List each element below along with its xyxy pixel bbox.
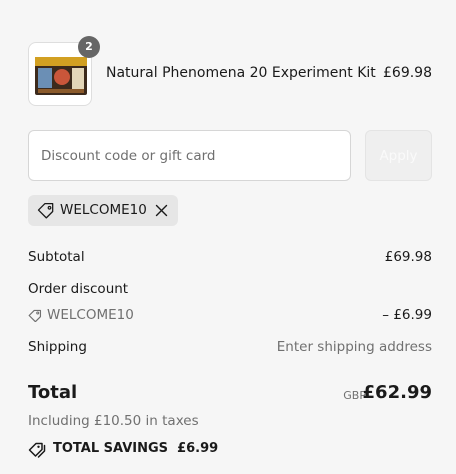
subtotal-value: £69.98 xyxy=(384,249,432,265)
discount-form: Apply xyxy=(28,130,432,181)
close-icon[interactable] xyxy=(155,204,168,217)
total-savings: TOTAL SAVINGS £6.99 xyxy=(28,440,248,460)
order-discount-label: Order discount xyxy=(28,281,129,297)
product-box-image xyxy=(35,57,87,95)
tag-icon xyxy=(37,203,54,219)
taxes-note: Including £10.50 in taxes xyxy=(28,413,199,429)
tag-icon xyxy=(28,309,42,322)
quantity-badge: 2 xyxy=(78,36,100,58)
product-thumbnail: 2 xyxy=(28,36,100,106)
savings-value: £6.99 xyxy=(177,441,219,456)
shipping-label: Shipping xyxy=(28,339,87,355)
discount-value: – £6.99 xyxy=(382,307,432,323)
discount-code-label: WELCOME10 xyxy=(47,307,134,323)
subtotal-label: Subtotal xyxy=(28,249,85,265)
total-row: Total GBP £62.99 xyxy=(28,382,432,406)
product-price: £69.98 xyxy=(383,65,432,81)
tag-icon xyxy=(28,442,46,458)
apply-button[interactable]: Apply xyxy=(365,130,432,181)
savings-label: TOTAL SAVINGS xyxy=(53,441,169,456)
total-value: £62.99 xyxy=(362,382,432,403)
applied-discount-chip: WELCOME10 xyxy=(28,195,178,226)
product-name: Natural Phenomena 20 Experiment Kit xyxy=(106,65,376,81)
shipping-value: Enter shipping address xyxy=(276,339,432,355)
discount-code-input[interactable] xyxy=(28,130,351,181)
line-item: 2 Natural Phenomena 20 Experiment Kit £6… xyxy=(28,36,432,106)
applied-code-label: WELCOME10 xyxy=(60,202,147,218)
total-label: Total xyxy=(28,382,78,403)
